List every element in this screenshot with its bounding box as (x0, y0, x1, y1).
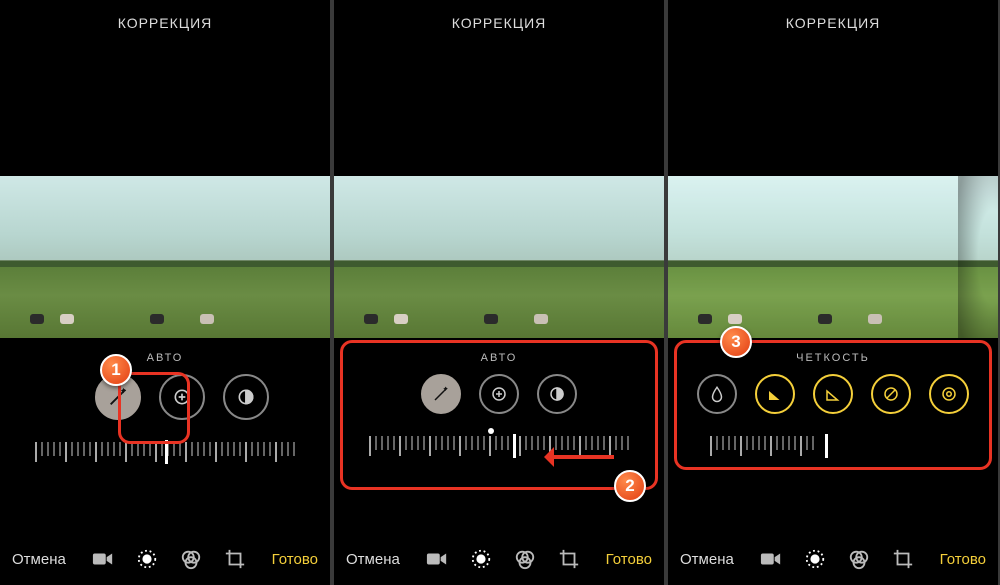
value-slider[interactable] (359, 436, 640, 464)
header-title: КОРРЕКЦИЯ (334, 0, 664, 46)
done-button[interactable]: Готово (940, 551, 986, 568)
filters-tab-icon[interactable] (848, 548, 870, 570)
saturation-button[interactable] (697, 374, 737, 414)
swipe-arrow-icon (554, 455, 614, 459)
video-tab-icon[interactable] (426, 550, 448, 568)
adjust-tab-icon[interactable] (804, 548, 826, 570)
auto-enhance-button[interactable] (95, 374, 141, 420)
vignette-button[interactable] (929, 374, 969, 414)
adjustment-name: ЧЕТКОСТЬ (796, 352, 870, 364)
adjustment-name: АВТО (147, 352, 184, 364)
exposure-button[interactable] (159, 374, 205, 420)
video-tab-icon[interactable] (760, 550, 782, 568)
header-title: КОРРЕКЦИЯ (668, 0, 998, 46)
filters-tab-icon[interactable] (514, 548, 536, 570)
done-button[interactable]: Готово (606, 551, 652, 568)
bottom-toolbar: Отмена Готово (668, 533, 998, 585)
edited-photo[interactable] (334, 176, 664, 338)
video-tab-icon[interactable] (92, 550, 114, 568)
screenshot-pane-3: КОРРЕКЦИЯ 3 ЧЕТКОСТЬ (668, 0, 998, 585)
done-button[interactable]: Готово (272, 551, 318, 568)
adjust-tab-icon[interactable] (136, 548, 158, 570)
filters-tab-icon[interactable] (180, 548, 202, 570)
auto-enhance-button[interactable] (421, 374, 461, 414)
value-slider[interactable] (688, 436, 837, 464)
crop-tab-icon[interactable] (224, 548, 246, 570)
adjust-tab-icon[interactable] (470, 548, 492, 570)
contrast-button[interactable] (537, 374, 577, 414)
edited-photo[interactable] (0, 176, 330, 338)
noise-reduction-button[interactable] (871, 374, 911, 414)
edited-photo[interactable] (668, 176, 998, 338)
screenshot-pane-1: КОРРЕКЦИЯ АВТО (0, 0, 330, 585)
screenshot-pane-2: КОРРЕКЦИЯ АВТО 2 Отмена (334, 0, 664, 585)
crop-tab-icon[interactable] (892, 548, 914, 570)
callout-badge: 2 (614, 470, 646, 502)
cancel-button[interactable]: Отмена (12, 551, 66, 568)
sharpness-button[interactable] (755, 374, 795, 414)
definition-button[interactable] (813, 374, 853, 414)
exposure-button[interactable] (479, 374, 519, 414)
value-slider[interactable] (25, 442, 306, 470)
cancel-button[interactable]: Отмена (346, 551, 400, 568)
crop-tab-icon[interactable] (558, 548, 580, 570)
contrast-button[interactable] (223, 374, 269, 420)
header-title: КОРРЕКЦИЯ (0, 0, 330, 46)
adjustment-name: АВТО (481, 352, 518, 364)
cancel-button[interactable]: Отмена (680, 551, 734, 568)
bottom-toolbar: Отмена Готово (0, 533, 330, 585)
bottom-toolbar: Отмена Готово (334, 533, 664, 585)
